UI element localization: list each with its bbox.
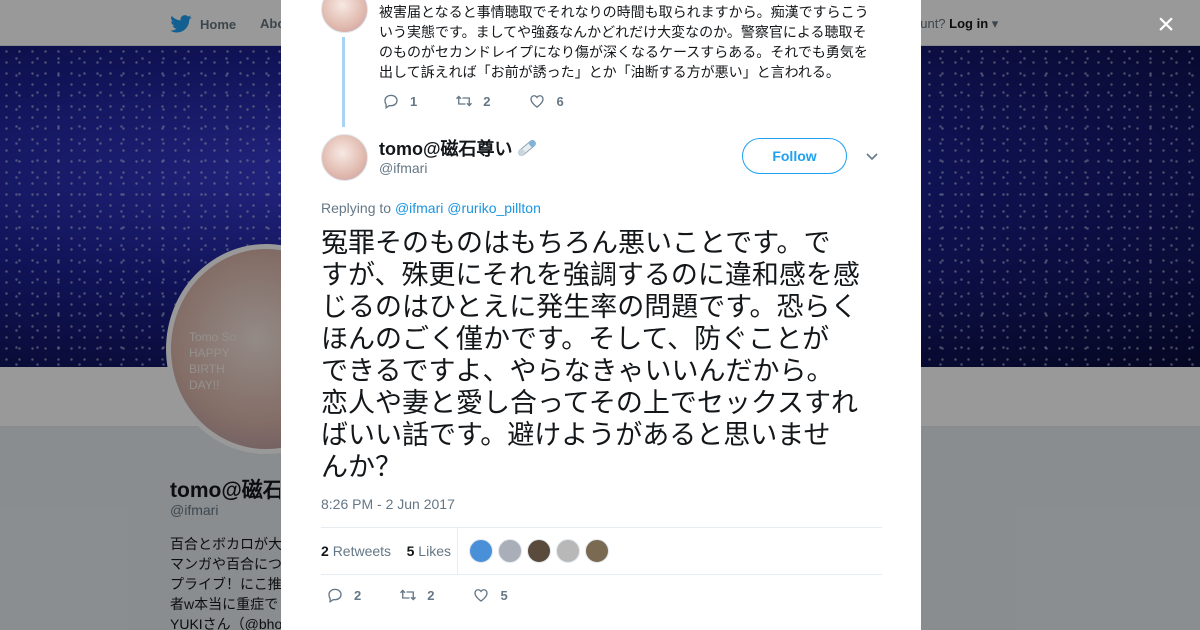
thread-connector-line [342,37,345,127]
mention-link[interactable]: @ruriko_pillton [447,200,541,216]
chevron-down-icon[interactable] [864,148,880,164]
retweet-icon [456,95,473,107]
retweets-stat[interactable]: 2 Retweets [321,543,391,559]
close-icon[interactable]: × [1152,10,1180,40]
reply-icon [384,94,398,110]
magnet-emoji-icon [517,140,536,156]
like-count: 6 [556,93,564,109]
reply-icon [328,588,342,604]
like-count: 5 [500,587,508,603]
author-handle[interactable]: @ifmari [379,160,427,176]
reply-count: 1 [410,93,418,109]
retweet-icon [400,589,417,601]
tweet-text: 冤罪そのものはもちろん悪いことです。で すが、殊更にそれを強調するのに違和感を感… [321,228,860,482]
liker-avatar[interactable] [469,539,493,563]
author-avatar[interactable] [321,134,368,181]
previous-tweet-text: 被害届となると事情聴取でそれなりの時間も取られますから。痴漢ですらこう いう実態… [379,4,869,80]
liker-avatar[interactable] [498,539,522,563]
replying-to-line: Replying to @ifmari @ruriko_pillton [321,200,541,216]
retweet-button[interactable]: 2 [399,586,434,604]
tweet-stats: 2 Retweets 5 Likes [321,527,882,575]
replying-to-label: Replying to [321,200,392,216]
mention-link[interactable]: @ifmari [395,200,443,216]
stat-counts: 2 Retweets 5 Likes [321,543,451,559]
likes-stat[interactable]: 5 Likes [407,543,451,559]
retweet-count: 2 [483,93,491,109]
previous-tweet-avatar[interactable] [321,0,368,33]
author-name: tomo@磁石尊い [379,139,513,159]
stat-divider [457,528,458,574]
liker-avatars [469,539,609,563]
like-button[interactable]: 5 [472,586,508,604]
reply-button[interactable]: 2 [326,586,361,604]
follow-button[interactable]: Follow [742,138,847,174]
heart-icon [530,95,545,108]
author-name-link[interactable]: tomo@磁石尊い [379,135,539,161]
tweet-timestamp[interactable]: 8:26 PM - 2 Jun 2017 [321,496,455,512]
heart-icon [474,589,489,602]
tweet-modal: 被害届となると事情聴取でそれなりの時間も取られますから。痴漢ですらこう いう実態… [281,0,921,630]
liker-avatar[interactable] [585,539,609,563]
retweet-button[interactable]: 2 [455,92,490,110]
tweet-actions: 2 2 5 [326,586,546,604]
retweet-count: 2 [427,587,435,603]
reply-count: 2 [354,587,362,603]
like-button[interactable]: 6 [528,92,564,110]
liker-avatar[interactable] [556,539,580,563]
liker-avatar[interactable] [527,539,551,563]
previous-tweet-actions: 1 2 6 [382,92,602,110]
reply-button[interactable]: 1 [382,92,417,110]
